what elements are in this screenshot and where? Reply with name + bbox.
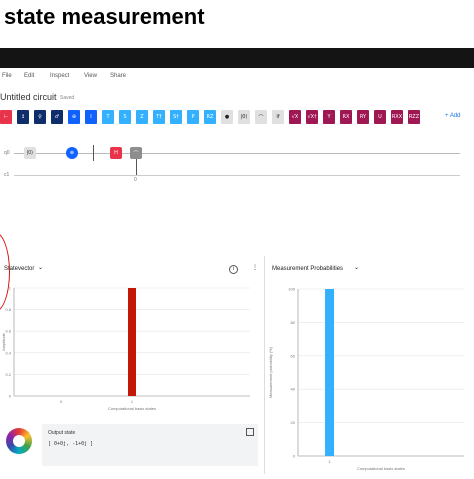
statevector-chart: 1 0.8 0.6 0.4 0.2 0 0 1 Computational basis stat… — [0, 280, 262, 420]
probabilities-chart: 100 80 60 40 20 0 1 Computational basis states M… — [266, 280, 474, 474]
x-axis-title: Computational basis states — [357, 466, 405, 471]
probabilities-svg: 100 80 60 40 20 0 1 Computational basis states M… — [268, 287, 464, 471]
y-tick-label: 20 — [291, 420, 296, 425]
y-tick-label: 0 — [293, 454, 296, 459]
qubit-wire — [14, 153, 460, 154]
gate-palette: ⊢ ↕ ♀ ♂ ⊕ I T S Z T† S† P RZ ● |0⟩ ⌒ If √X √X† Y RX RY U RXX RZZ — [0, 110, 474, 126]
y-tick-label: 1 — [9, 286, 12, 291]
menu-file[interactable]: File — [2, 73, 12, 79]
bar-1[interactable] — [128, 288, 136, 396]
gate-palette-item[interactable]: ⊢ — [0, 110, 12, 124]
gate-palette-item[interactable]: RXX — [391, 110, 403, 124]
slide-title: state measurement — [4, 4, 205, 29]
gate-palette-item[interactable]: |0⟩ — [238, 110, 250, 124]
x-tick-label: 0 — [60, 399, 63, 404]
chevron-down-icon[interactable]: ⌄ — [38, 264, 43, 271]
gate-palette-item[interactable]: T — [102, 110, 114, 124]
y-axis-title: Amplitude — [1, 332, 6, 351]
x-tick-label: 1 — [328, 459, 331, 464]
phase-wheel-icon — [6, 428, 32, 454]
gate-palette-item[interactable]: ↕ — [17, 110, 29, 124]
gate-palette-item[interactable]: ♂ — [51, 110, 63, 124]
menubar: File Edit Inspect View Share — [0, 70, 474, 84]
menu-inspect[interactable]: Inspect — [50, 73, 69, 79]
circuit-title[interactable]: Untitled circuit — [0, 92, 57, 102]
info-icon[interactable]: i — [229, 265, 238, 274]
measure-line — [136, 159, 137, 175]
gate-palette-item[interactable]: ⊕ — [68, 110, 80, 124]
probabilities-title: Measurement Probabilities — [272, 266, 344, 272]
bar-1[interactable] — [325, 289, 335, 456]
y-tick-label: 60 — [291, 353, 296, 358]
y-tick-label: 0.4 — [5, 350, 11, 355]
gate-palette-item[interactable]: If — [272, 110, 284, 124]
gate-palette-item[interactable]: RX — [340, 110, 352, 124]
saved-label: Saved — [60, 95, 75, 101]
gate-palette-item[interactable]: √X† — [306, 110, 318, 124]
panel-divider — [264, 256, 265, 474]
gate-palette-item[interactable]: √X — [289, 110, 301, 124]
copy-icon[interactable] — [246, 428, 254, 436]
gate-palette-item[interactable]: I — [85, 110, 97, 124]
black-band — [0, 48, 474, 68]
y-tick-label: 80 — [291, 320, 296, 325]
y-tick-label: 0.6 — [5, 329, 11, 334]
gate-palette-item[interactable]: T† — [153, 110, 165, 124]
measure-gate[interactable]: ⌒ — [130, 147, 142, 159]
gate-palette-item[interactable]: S† — [170, 110, 182, 124]
gate-palette-item[interactable]: Z — [136, 110, 148, 124]
chevron-down-icon[interactable]: ⌄ — [354, 264, 359, 271]
menu-view[interactable]: View — [84, 73, 97, 79]
statevector-title: Statevector — [4, 266, 35, 272]
menu-edit[interactable]: Edit — [24, 73, 34, 79]
output-state-value: [ 0+0j, -1+0j ] — [48, 441, 94, 447]
x-gate[interactable]: ⊕ — [66, 147, 78, 159]
classical-wire — [14, 175, 460, 176]
y-tick-label: 0.2 — [5, 372, 11, 377]
gate-palette-item[interactable]: ⌒ — [255, 110, 267, 124]
menu-share[interactable]: Share — [110, 73, 126, 79]
barrier — [93, 145, 94, 161]
y-tick-label: 0 — [9, 394, 12, 399]
h-gate[interactable]: H — [110, 147, 122, 159]
measure-bit: 0 — [134, 177, 137, 183]
reset-gate[interactable]: |0⟩ — [24, 147, 36, 159]
y-tick-label: 100 — [288, 287, 295, 292]
x-tick-label: 1 — [131, 399, 134, 404]
y-tick-label: 40 — [291, 387, 296, 392]
gate-palette-item[interactable]: P — [187, 110, 199, 124]
gate-palette-item[interactable]: ● — [221, 110, 233, 124]
gate-palette-item[interactable]: ♀ — [34, 110, 46, 124]
statevector-svg: 1 0.8 0.6 0.4 0.2 0 0 1 Computational basis stat… — [1, 286, 250, 411]
qubit-label: q0 — [4, 150, 10, 156]
gate-palette-item[interactable]: Y — [323, 110, 335, 124]
y-axis-title: Measurement probability (%) — [268, 346, 273, 398]
output-state-title: Output state — [48, 430, 76, 436]
gate-palette-item[interactable]: RY — [357, 110, 369, 124]
classical-label: c1 — [4, 172, 10, 178]
y-tick-label: 0.8 — [5, 307, 11, 312]
gate-palette-item[interactable]: RZ — [204, 110, 216, 124]
x-axis-title: Computational basis states — [108, 406, 156, 411]
add-gate-button[interactable]: + Add — [445, 113, 461, 119]
gate-palette-item[interactable]: RZZ — [408, 110, 420, 124]
output-state-box: Output state [ 0+0j, -1+0j ] — [42, 424, 258, 466]
gate-palette-item[interactable]: U — [374, 110, 386, 124]
more-icon[interactable]: ⋮ — [252, 264, 258, 271]
gate-palette-item[interactable]: S — [119, 110, 131, 124]
